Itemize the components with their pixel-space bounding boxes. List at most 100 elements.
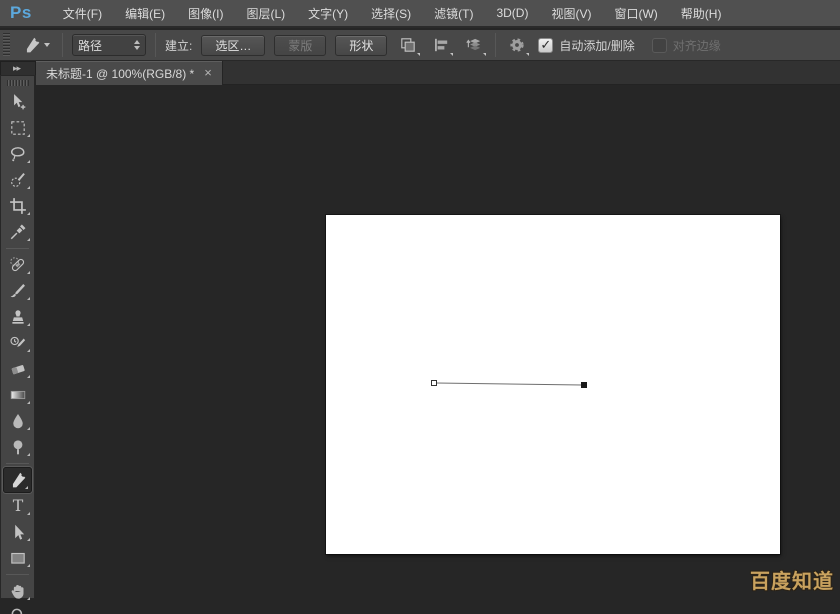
document-tab-title: 未标题-1 @ 100%(RGB/8) * <box>46 65 194 82</box>
tools-separator <box>6 463 29 464</box>
clone-stamp-tool-icon <box>9 308 27 326</box>
path-alignment-button[interactable] <box>429 33 453 57</box>
menu-image[interactable]: 图像(I) <box>182 3 229 24</box>
tool-eyedropper[interactable] <box>1 219 34 245</box>
pen-path-overlay <box>326 215 780 554</box>
tools-separator <box>6 248 29 249</box>
tab-close-icon[interactable]: × <box>204 67 212 79</box>
tool-blur[interactable] <box>1 408 34 434</box>
tool-options-bar: 路径 建立: 选区… 蒙版 形状 <box>0 30 840 61</box>
tool-move[interactable] <box>1 89 34 115</box>
photoshop-logo: Ps <box>10 3 32 23</box>
tool-quick-selection[interactable] <box>1 167 34 193</box>
make-mask-button[interactable]: 蒙版 <box>274 35 326 56</box>
menu-view[interactable]: 视图(V) <box>545 3 597 24</box>
make-shape-button[interactable]: 形状 <box>335 35 387 56</box>
brush-tool-icon <box>9 282 27 300</box>
path-operations-icon <box>399 36 417 54</box>
tool-history-brush[interactable] <box>1 330 34 356</box>
separator <box>62 33 63 57</box>
path-arrangement-icon <box>465 36 483 54</box>
menu-file[interactable]: 文件(F) <box>57 3 108 24</box>
chevron-down-icon <box>483 53 486 56</box>
marquee-tool-icon <box>9 119 27 137</box>
menu-select[interactable]: 选择(S) <box>365 3 417 24</box>
chevron-down-icon <box>44 43 50 47</box>
pen-tool-icon <box>9 471 27 489</box>
options-bar-grip[interactable] <box>3 33 10 57</box>
menu-filter[interactable]: 滤镜(T) <box>428 3 479 24</box>
chevron-down-icon <box>450 53 453 56</box>
document-canvas[interactable] <box>326 215 780 554</box>
separator <box>155 33 156 57</box>
menu-layer[interactable]: 图层(L) <box>240 3 291 24</box>
eraser-tool-icon <box>9 360 27 378</box>
tools-collapse-button[interactable]: ▸▸ <box>0 61 36 75</box>
tool-lasso[interactable] <box>1 141 34 167</box>
tools-separator <box>6 574 29 575</box>
move-tool-icon <box>9 93 27 111</box>
align-edges-checkbox[interactable] <box>652 38 667 53</box>
align-edges-label: 对齐边缘 <box>673 37 721 54</box>
menu-bar: Ps 文件(F) 编辑(E) 图像(I) 图层(L) 文字(Y) 选择(S) 滤… <box>0 0 840 28</box>
tools-panel-grip[interactable] <box>7 80 29 86</box>
eyedropper-tool-icon <box>9 223 27 241</box>
dodge-tool-icon <box>9 438 27 456</box>
svg-text:T: T <box>12 497 23 515</box>
tool-mode-value: 路径 <box>78 37 102 54</box>
tools-panel-body: T <box>0 75 35 599</box>
gear-icon <box>508 36 526 54</box>
rectangle-tool-icon <box>9 549 27 567</box>
document-tab[interactable]: 未标题-1 @ 100%(RGB/8) * × <box>36 61 223 85</box>
crop-tool-icon <box>9 197 27 215</box>
menu-3d[interactable]: 3D(D) <box>490 4 534 22</box>
tool-rectangle[interactable] <box>1 545 34 571</box>
pen-options-gear-button[interactable] <box>505 33 529 57</box>
chevron-down-icon <box>417 53 420 56</box>
tool-spot-healing-brush[interactable] <box>1 252 34 278</box>
lasso-tool-icon <box>9 145 27 163</box>
make-selection-button[interactable]: 选区… <box>201 35 265 56</box>
pen-icon <box>23 36 41 54</box>
menu-help[interactable]: 帮助(H) <box>675 3 728 24</box>
tool-rectangular-marquee[interactable] <box>1 115 34 141</box>
tool-brush[interactable] <box>1 278 34 304</box>
gradient-tool-icon <box>9 386 27 404</box>
blur-tool-icon <box>9 412 27 430</box>
zoom-tool-icon <box>9 606 27 614</box>
tool-clone-stamp[interactable] <box>1 304 34 330</box>
tool-hand[interactable] <box>1 578 34 604</box>
auto-add-delete-label: 自动添加/删除 <box>559 37 634 54</box>
tool-type[interactable]: T <box>1 493 34 519</box>
path-alignment-icon <box>432 36 450 54</box>
tool-dodge[interactable] <box>1 434 34 460</box>
tool-zoom-partial[interactable] <box>1 604 34 614</box>
tool-pen[interactable] <box>3 467 32 493</box>
make-label: 建立: <box>165 37 192 54</box>
hand-tool-icon <box>9 582 27 600</box>
menu-type[interactable]: 文字(Y) <box>302 3 354 24</box>
healing-brush-tool-icon <box>9 256 27 274</box>
separator <box>495 33 496 57</box>
chevron-down-icon <box>526 53 529 56</box>
tool-mode-select[interactable]: 路径 <box>72 34 146 56</box>
path-operations-button[interactable] <box>396 33 420 57</box>
path-selection-tool-icon <box>9 523 27 541</box>
menu-edit[interactable]: 编辑(E) <box>119 3 171 24</box>
menu-window[interactable]: 窗口(W) <box>608 3 663 24</box>
type-tool-icon: T <box>9 497 27 515</box>
history-brush-tool-icon <box>9 334 27 352</box>
tool-crop[interactable] <box>1 193 34 219</box>
tools-panel: ▸▸ <box>0 61 36 599</box>
quick-selection-tool-icon <box>9 171 27 189</box>
document-tab-bar: 未标题-1 @ 100%(RGB/8) * × <box>36 61 840 85</box>
tool-path-selection[interactable] <box>1 519 34 545</box>
tool-eraser[interactable] <box>1 356 34 382</box>
tool-preset-picker[interactable] <box>19 33 53 57</box>
canvas-workspace[interactable] <box>36 85 840 599</box>
auto-add-delete-checkbox[interactable] <box>538 38 553 53</box>
tool-gradient[interactable] <box>1 382 34 408</box>
path-arrangement-button[interactable] <box>462 33 486 57</box>
baidu-zhidao-watermark: 百度知道 <box>750 565 834 594</box>
spinner-arrows-icon <box>134 40 140 50</box>
